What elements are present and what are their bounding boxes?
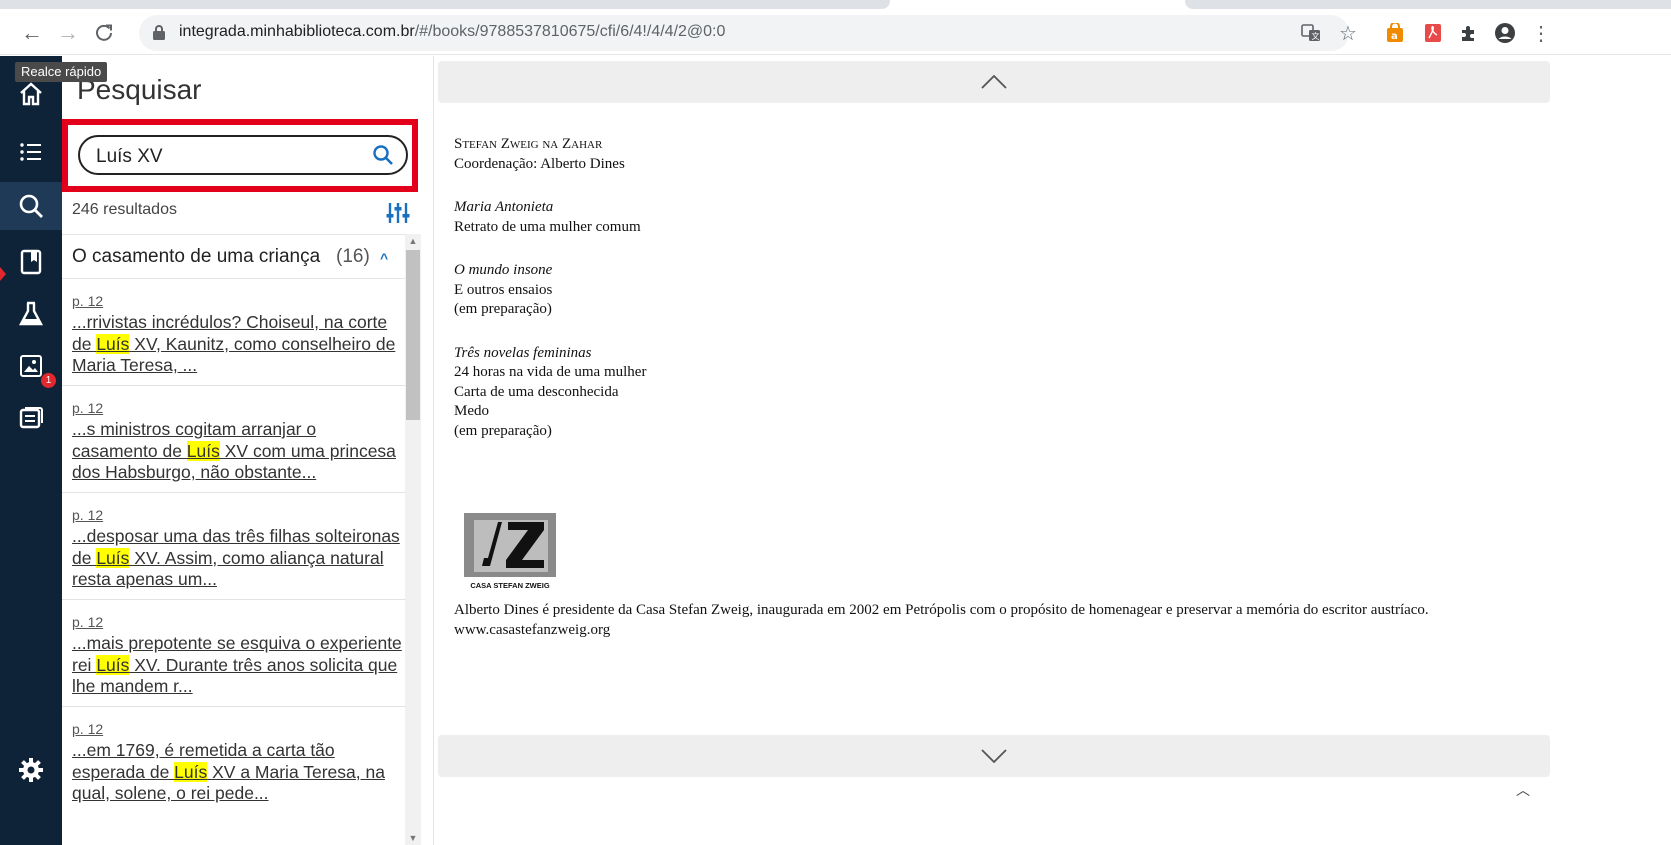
author-bio: Alberto Dines é presidente da Casa Stefa…: [454, 601, 1554, 640]
result-page-link[interactable]: p. 12: [72, 507, 103, 523]
bookmark-star-icon[interactable]: ☆: [1335, 20, 1361, 46]
browser-menu-icon[interactable]: ⋮: [1528, 20, 1554, 46]
url-host: integrada.minhabiblioteca.com.br: [179, 23, 415, 40]
result-snippet[interactable]: ...s ministros cogitam arranjar o casame…: [72, 419, 405, 484]
search-icon[interactable]: [0, 182, 62, 230]
result-snippet[interactable]: ...desposar uma das três filhas solteiro…: [72, 526, 405, 591]
result-group-count: (16): [336, 246, 370, 267]
series-block: Stefan Zweig na Zahar Coordenação: Alber…: [454, 135, 646, 174]
result-page-link[interactable]: p. 12: [72, 721, 103, 737]
book-title: Três novelas femininas: [454, 344, 592, 361]
book-line: Retrato de uma mulher comum: [454, 218, 641, 235]
browser-tab-strip-right: [1185, 0, 1671, 9]
snippet-match: Luís: [186, 440, 220, 461]
chevron-up-icon: [981, 75, 1007, 89]
result-group-title: O casamento de uma criança: [72, 246, 321, 267]
next-page-button[interactable]: [438, 735, 1550, 777]
book-entry: Três novelas femininas 24 horas na vida …: [454, 344, 646, 442]
lock-icon[interactable]: [152, 24, 166, 40]
book-entry: O mundo insone E outros ensaios (em prep…: [454, 261, 646, 320]
book-line: 24 horas na vida de uma mulher: [454, 364, 647, 380]
reload-icon[interactable]: [88, 17, 120, 49]
chevron-up-icon[interactable]: ^: [380, 250, 388, 266]
snippet-match: Luís: [96, 547, 130, 568]
tooltip: Realce rápido: [15, 62, 108, 82]
search-result-item[interactable]: p. 12 ...desposar uma das três filhas so…: [62, 492, 406, 600]
result-snippet[interactable]: ...rrivistas incrédulos? Choiseul, na co…: [72, 312, 405, 377]
search-panel: Pesquisar Luís XV 246 resultados O casam…: [62, 56, 434, 845]
search-query-text[interactable]: Luís XV: [96, 146, 163, 168]
search-result-item[interactable]: p. 12 ...em 1769, é remetida a carta tão…: [62, 706, 406, 813]
scroll-down-arrow-icon[interactable]: ▼: [405, 831, 421, 845]
snippet-match: Luís: [174, 761, 208, 782]
scrollbar-thumb[interactable]: [406, 250, 420, 420]
logo-caption: CASA STEFAN ZWEIG: [470, 581, 549, 590]
snippet-match: Luís: [96, 654, 130, 675]
page-content: Stefan Zweig na Zahar Coordenação: Alber…: [454, 135, 646, 465]
results-list[interactable]: O casamento de uma criança (16) ^ p. 12 …: [62, 234, 406, 845]
previous-page-button[interactable]: [438, 61, 1550, 103]
translate-icon[interactable]: 文: [1298, 20, 1324, 46]
profile-avatar-icon[interactable]: [1492, 20, 1518, 46]
book-line: (em preparação): [454, 422, 552, 439]
svg-text:文: 文: [1312, 31, 1320, 41]
reader-pane: Stefan Zweig na Zahar Coordenação: Alber…: [434, 56, 1671, 845]
book-title: Maria Antonieta: [454, 199, 554, 215]
navigation-rail: 1: [0, 56, 62, 845]
result-group-header[interactable]: O casamento de uma criança (16) ^: [62, 234, 406, 279]
notes-icon[interactable]: [0, 392, 62, 444]
search-submit-icon[interactable]: [372, 144, 394, 166]
search-result-item[interactable]: p. 12 ...mais prepotente se esquiva o ex…: [62, 599, 406, 707]
scroll-up-arrow-icon[interactable]: ▲: [405, 234, 421, 248]
result-snippet[interactable]: ...em 1769, é remetida a carta tão esper…: [72, 740, 405, 805]
casa-stefan-zweig-logo: CASA STEFAN ZWEIG: [464, 513, 556, 590]
pdf-extension-icon[interactable]: [1420, 20, 1446, 46]
table-of-contents-icon[interactable]: [0, 126, 62, 178]
search-result-item[interactable]: p. 12 ...s ministros cogitam arranjar o …: [62, 385, 406, 493]
result-page-link[interactable]: p. 12: [72, 293, 103, 309]
extensions-puzzle-icon[interactable]: [1456, 20, 1482, 46]
filter-sliders-icon[interactable]: [386, 202, 410, 224]
snippet-match: Luís: [96, 333, 130, 354]
book-title: O mundo insone: [454, 262, 553, 278]
book-line: Medo: [454, 403, 489, 419]
url-path: /#/books/9788537810675/cfi/6/4!/4/4/2@0:…: [414, 23, 726, 40]
result-page-link[interactable]: p. 12: [72, 614, 103, 630]
result-page-link[interactable]: p. 12: [72, 400, 103, 416]
bio-text: Alberto Dines é presidente da Casa Stefa…: [454, 602, 1429, 618]
book-line: Carta de uma desconhecida: [454, 383, 619, 400]
chevron-down-icon: [981, 749, 1007, 763]
flask-icon[interactable]: [0, 288, 62, 340]
book-line: (em preparação): [454, 301, 552, 317]
series-title: Stefan Zweig na Zahar: [454, 136, 603, 152]
settings-gear-icon[interactable]: [0, 744, 62, 796]
url-text[interactable]: integrada.minhabiblioteca.com.br/#/books…: [179, 23, 725, 41]
website-text: www.casastefanzweig.org: [454, 621, 611, 638]
result-snippet[interactable]: ...mais prepotente se esquiva o experien…: [72, 633, 405, 698]
back-arrow-icon[interactable]: ←: [16, 17, 48, 49]
search-input[interactable]: Luís XV: [78, 135, 408, 175]
result-count: 246 resultados: [72, 201, 177, 218]
forward-arrow-icon[interactable]: →: [52, 17, 84, 49]
browser-tab-strip: [0, 0, 890, 9]
book-entry: Maria Antonieta Retrato de uma mulher co…: [454, 198, 646, 237]
shopping-extension-icon[interactable]: a: [1382, 20, 1408, 46]
image-gallery-icon[interactable]: [0, 340, 62, 392]
active-indicator: [0, 267, 6, 281]
search-result-item[interactable]: p. 12 ...rrivistas incrédulos? Choiseul,…: [62, 278, 406, 386]
coordination-line: Coordenação: Alberto Dines: [454, 155, 625, 172]
back-to-top-chevron-icon[interactable]: ︿: [1508, 780, 1538, 800]
svg-text:a: a: [1391, 31, 1398, 42]
browser-toolbar: ← → integrada.minhabiblioteca.com.br/#/b…: [0, 0, 1671, 55]
book-line: E outros ensaios: [454, 281, 553, 298]
bookmark-page-icon[interactable]: [0, 236, 62, 288]
